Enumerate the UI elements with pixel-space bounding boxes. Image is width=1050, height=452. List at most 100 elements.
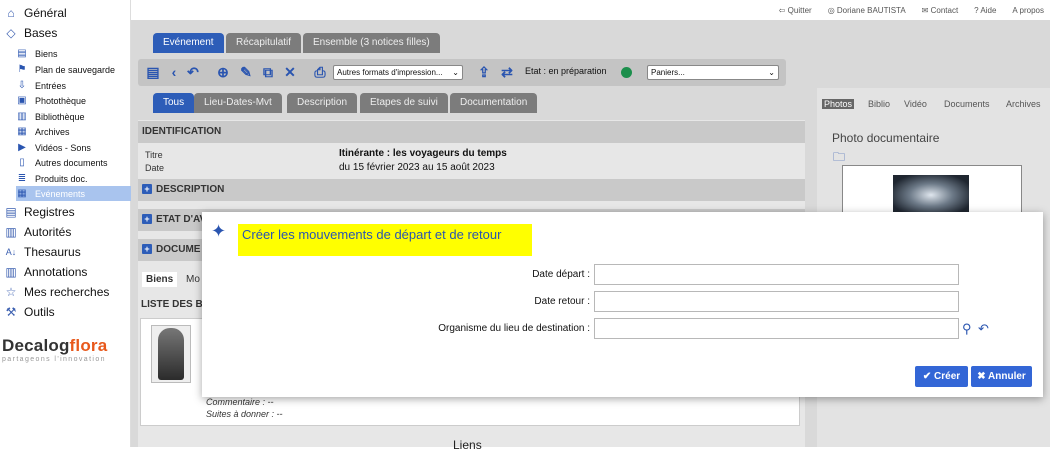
flag-icon: ⚑	[16, 64, 28, 76]
sub-phototheque[interactable]: ▣Photothèque	[16, 93, 131, 108]
archive-icon: ▦	[16, 126, 28, 138]
rtab-biblio[interactable]: Biblio	[868, 99, 890, 109]
wrench-icon: ⚒	[4, 305, 18, 319]
about-link[interactable]: A propos	[1012, 6, 1044, 15]
registers-icon: ▤	[4, 205, 18, 219]
sub-entrees[interactable]: ⇩Entrées	[16, 78, 131, 93]
sidebar: ⌂Général ◇Bases ▤Biens ⚑Plan de sauvegar…	[0, 0, 131, 447]
date-depart-input[interactable]	[594, 264, 959, 285]
paniers-select[interactable]: Paniers...⌄	[647, 65, 779, 80]
book-open-icon: ▥	[4, 265, 18, 279]
date-retour-input[interactable]	[594, 291, 959, 312]
rtab-video[interactable]: Vidéo	[904, 99, 927, 109]
nav-thesaurus[interactable]: A↓Thesaurus	[4, 245, 81, 259]
nav-autorites[interactable]: ▥Autorités	[4, 225, 71, 239]
check-icon: ✔	[923, 371, 931, 382]
quit-link[interactable]: ⇦ Quitter	[779, 6, 812, 15]
date-depart-label: Date départ :	[390, 269, 590, 280]
suites-field: Suites à donner : --	[206, 409, 283, 419]
section-description[interactable]: +DESCRIPTION	[138, 179, 805, 201]
chevron-down-icon: ⌄	[768, 66, 775, 79]
organisme-input[interactable]	[594, 318, 959, 339]
photo-icon: ▣	[16, 95, 28, 107]
nav-general[interactable]: ⌂Général	[4, 6, 67, 20]
nav-outils[interactable]: ⚒Outils	[4, 305, 55, 319]
liste-biens-label: LISTE DES B	[141, 299, 203, 310]
section-identification[interactable]: IDENTIFICATION	[138, 121, 805, 143]
expand-icon: +	[142, 184, 152, 194]
sub-videos[interactable]: ▶Vidéos - Sons	[16, 140, 131, 155]
home-icon: ⌂	[4, 6, 18, 20]
edit-icon[interactable]: ✎	[238, 64, 254, 80]
file-icon: ▯	[16, 157, 28, 169]
stack-icon: ≣	[16, 173, 28, 185]
commentaire-field: Commentaire : --	[206, 397, 274, 407]
photo-title: Photo documentaire	[832, 131, 939, 145]
rtab-archives[interactable]: Archives	[1006, 99, 1041, 109]
statue-image	[158, 328, 184, 380]
biens-tab[interactable]: Biens	[142, 272, 177, 287]
nav-mes-recherches[interactable]: ☆Mes recherches	[4, 285, 109, 299]
sub-evenements[interactable]: ▦Evénements	[16, 186, 131, 201]
print-icon[interactable]: ⎙	[312, 64, 328, 80]
chevron-down-icon: ⌄	[452, 66, 459, 79]
close-icon[interactable]: ✕	[282, 64, 298, 80]
titre-label: Titre	[145, 150, 163, 160]
inbox-icon: ⇩	[16, 80, 28, 92]
sort-az-icon: A↓	[4, 245, 18, 259]
close-icon: ✖	[977, 371, 985, 382]
nav-registres[interactable]: ▤Registres	[4, 205, 75, 219]
liens-heading: Liens	[453, 438, 482, 452]
transfer-icon[interactable]: ⇄	[499, 64, 515, 80]
status-indicator	[621, 67, 632, 78]
subtab-lieu-dates[interactable]: Lieu-Dates-Mvt	[194, 93, 282, 113]
sub-biens[interactable]: ▤Biens	[16, 46, 131, 61]
tab-ensemble[interactable]: Ensemble (3 notices filles)	[303, 33, 440, 53]
sub-autres-documents[interactable]: ▯Autres documents	[16, 155, 131, 170]
search-icon[interactable]: ⚲	[962, 321, 972, 337]
expand-icon: +	[142, 214, 152, 224]
subtab-description[interactable]: Description	[287, 93, 357, 113]
user-link[interactable]: ◎ Doriane BAUTISTA	[828, 6, 906, 15]
video-icon: ▶	[16, 142, 28, 154]
rtab-documents[interactable]: Documents	[944, 99, 990, 109]
copy-icon[interactable]: ⧉	[260, 64, 276, 80]
photo-image[interactable]	[893, 175, 969, 215]
contact-link[interactable]: ✉ Contact	[922, 6, 959, 15]
date-label: Date	[145, 163, 164, 173]
add-icon[interactable]: ⊕	[215, 64, 231, 80]
undo-icon[interactable]: ↶	[978, 321, 989, 337]
calendar-icon: ▦	[16, 188, 28, 200]
subtab-documentation[interactable]: Documentation	[450, 93, 537, 113]
mouvements-tab[interactable]: Mo	[184, 272, 202, 287]
tag-icon: ◇	[4, 26, 18, 40]
date-retour-label: Date retour :	[390, 296, 590, 307]
status-label: Etat : en préparation	[525, 66, 607, 76]
document-icon: ▤	[16, 48, 28, 60]
tab-recapitulatif[interactable]: Récapitulatif	[226, 33, 301, 53]
rtab-photos[interactable]: Photos	[822, 99, 854, 109]
sub-archives[interactable]: ▦Archives	[16, 124, 131, 139]
decalog-logo: Decalogflora	[2, 336, 107, 356]
print-format-select[interactable]: Autres formats d'impression...⌄	[333, 65, 463, 80]
sub-bibliotheque[interactable]: ▥Bibliothèque	[16, 109, 131, 124]
cancel-button[interactable]: ✖ Annuler	[971, 366, 1032, 387]
nav-bases[interactable]: ◇Bases	[4, 26, 57, 40]
sub-produits-doc[interactable]: ≣Produits doc.	[16, 171, 131, 186]
date-value: du 15 février 2023 au 15 août 2023	[339, 162, 495, 173]
subtab-etapes[interactable]: Etapes de suivi	[360, 93, 448, 113]
create-button[interactable]: ✔ Créer	[915, 366, 968, 387]
tab-evenement[interactable]: Evénement	[153, 33, 224, 53]
sub-plan[interactable]: ⚑Plan de sauvegarde	[16, 62, 131, 77]
nav-annotations[interactable]: ▥Annotations	[4, 265, 87, 279]
modal-title: Créer les mouvements de départ et de ret…	[238, 224, 532, 256]
undo-icon[interactable]: ↶	[185, 64, 201, 80]
chevron-left-icon[interactable]: ‹	[166, 64, 182, 80]
top-bar: ⇦ Quitter ◎ Doriane BAUTISTA ✉ Contact ?…	[131, 0, 1050, 20]
logo-tagline: partageons l'innovation	[2, 356, 106, 363]
list-icon[interactable]: ▤	[145, 64, 161, 80]
expand-icon: +	[142, 244, 152, 254]
export-icon[interactable]: ⇪	[476, 64, 492, 80]
help-link[interactable]: ? Aide	[974, 6, 996, 15]
subtab-tous[interactable]: Tous	[153, 93, 194, 113]
